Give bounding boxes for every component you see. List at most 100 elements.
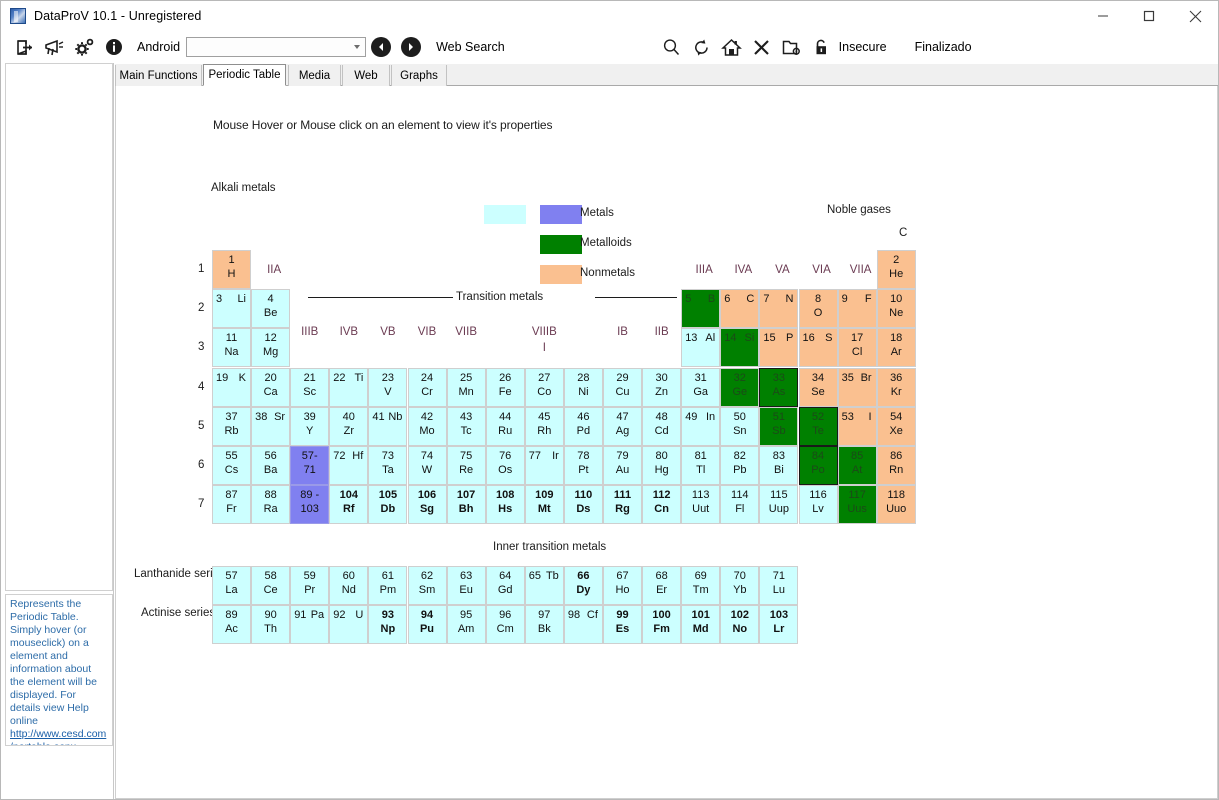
element-cell[interactable]: 108Hs: [486, 485, 525, 524]
search-icon[interactable]: [657, 32, 687, 62]
element-cell[interactable]: 11Na: [212, 328, 251, 367]
element-cell[interactable]: 22Ti: [329, 368, 368, 407]
element-cell[interactable]: 59Pr: [290, 566, 329, 605]
element-cell[interactable]: 113Uut: [681, 485, 720, 524]
element-cell[interactable]: 61Pm: [368, 566, 407, 605]
element-cell[interactable]: 14Si: [720, 328, 759, 367]
element-cell[interactable]: 19K: [212, 368, 251, 407]
element-cell[interactable]: 16S: [799, 328, 838, 367]
unlock-icon[interactable]: [807, 32, 837, 62]
element-cell[interactable]: 74W: [408, 446, 447, 485]
element-cell[interactable]: 105Db: [368, 485, 407, 524]
element-cell[interactable]: 114Fl: [720, 485, 759, 524]
element-cell[interactable]: 38Sr: [251, 407, 290, 446]
element-cell[interactable]: 71Lu: [759, 566, 798, 605]
element-cell[interactable]: 75Re: [447, 446, 486, 485]
element-cell[interactable]: 98Cf: [564, 605, 603, 644]
tab-media[interactable]: Media: [288, 65, 341, 86]
element-cell[interactable]: 12Mg: [251, 328, 290, 367]
element-cell[interactable]: 42Mo: [408, 407, 447, 446]
element-cell[interactable]: 78Pt: [564, 446, 603, 485]
element-cell[interactable]: 65Tb: [525, 566, 564, 605]
element-cell[interactable]: 58Ce: [251, 566, 290, 605]
stop-x-icon[interactable]: [747, 32, 777, 62]
element-cell[interactable]: 26Fe: [486, 368, 525, 407]
element-cell[interactable]: 89 -103: [290, 485, 329, 524]
element-cell[interactable]: 50Sn: [720, 407, 759, 446]
element-cell[interactable]: 1H: [212, 250, 251, 289]
element-cell[interactable]: 97Bk: [525, 605, 564, 644]
element-cell[interactable]: 82Pb: [720, 446, 759, 485]
element-cell[interactable]: 62Sm: [408, 566, 447, 605]
element-cell[interactable]: 29Cu: [603, 368, 642, 407]
element-cell[interactable]: 100Fm: [642, 605, 681, 644]
element-cell[interactable]: 7N: [759, 289, 798, 328]
element-cell[interactable]: 55Cs: [212, 446, 251, 485]
element-cell[interactable]: 89Ac: [212, 605, 251, 644]
element-cell[interactable]: 85At: [838, 446, 877, 485]
element-cell[interactable]: 109Mt: [525, 485, 564, 524]
tab-graphs[interactable]: Graphs: [391, 65, 447, 86]
element-cell[interactable]: 39Y: [290, 407, 329, 446]
element-cell[interactable]: 15P: [759, 328, 798, 367]
element-cell[interactable]: 30Zn: [642, 368, 681, 407]
element-cell[interactable]: 46Pd: [564, 407, 603, 446]
element-cell[interactable]: 54Xe: [877, 407, 916, 446]
element-cell[interactable]: 69Tm: [681, 566, 720, 605]
element-cell[interactable]: 34Se: [799, 368, 838, 407]
element-cell[interactable]: 5B: [681, 289, 720, 328]
element-cell[interactable]: 13Al: [681, 328, 720, 367]
element-cell[interactable]: 111Rg: [603, 485, 642, 524]
help-link[interactable]: /pertable.aspx: [10, 741, 108, 746]
element-cell[interactable]: 17Cl: [838, 328, 877, 367]
element-cell[interactable]: 87Fr: [212, 485, 251, 524]
element-cell[interactable]: 6C: [720, 289, 759, 328]
element-cell[interactable]: 35Br: [838, 368, 877, 407]
element-cell[interactable]: 45Rh: [525, 407, 564, 446]
element-cell[interactable]: 104Rf: [329, 485, 368, 524]
element-cell[interactable]: 66Dy: [564, 566, 603, 605]
element-cell[interactable]: 96Cm: [486, 605, 525, 644]
element-cell[interactable]: 70Yb: [720, 566, 759, 605]
element-cell[interactable]: 76Os: [486, 446, 525, 485]
element-cell[interactable]: 95Am: [447, 605, 486, 644]
new-window-icon[interactable]: [777, 32, 807, 62]
element-cell[interactable]: 112Cn: [642, 485, 681, 524]
element-cell[interactable]: 117Uus: [838, 485, 877, 524]
element-cell[interactable]: 43Tc: [447, 407, 486, 446]
element-cell[interactable]: 72Hf: [329, 446, 368, 485]
element-cell[interactable]: 37Rb: [212, 407, 251, 446]
element-cell[interactable]: 106Sg: [408, 485, 447, 524]
element-cell[interactable]: 79Au: [603, 446, 642, 485]
element-cell[interactable]: 103Lr: [759, 605, 798, 644]
element-cell[interactable]: 20Ca: [251, 368, 290, 407]
element-cell[interactable]: 73Ta: [368, 446, 407, 485]
element-cell[interactable]: 32Ge: [720, 368, 759, 407]
element-cell[interactable]: 56Ba: [251, 446, 290, 485]
back-arrow-icon[interactable]: [371, 37, 391, 57]
element-cell[interactable]: 90Th: [251, 605, 290, 644]
element-cell[interactable]: 110Ds: [564, 485, 603, 524]
element-cell[interactable]: 27Co: [525, 368, 564, 407]
element-cell[interactable]: 118Uuo: [877, 485, 916, 524]
element-cell[interactable]: 83Bi: [759, 446, 798, 485]
element-cell[interactable]: 92U: [329, 605, 368, 644]
element-cell[interactable]: 51Sb: [759, 407, 798, 446]
element-cell[interactable]: 93Np: [368, 605, 407, 644]
info-icon[interactable]: [99, 32, 129, 62]
minimize-icon[interactable]: [1080, 1, 1126, 31]
element-cell[interactable]: 52Te: [799, 407, 838, 446]
tab-web[interactable]: Web: [342, 65, 390, 86]
element-cell[interactable]: 60Nd: [329, 566, 368, 605]
help-link[interactable]: http://www.cesd.com: [10, 728, 108, 741]
toolbar-combo-box[interactable]: [186, 37, 366, 57]
element-cell[interactable]: 10Ne: [877, 289, 916, 328]
settings-gear-icon[interactable]: [69, 32, 99, 62]
element-cell[interactable]: 28Ni: [564, 368, 603, 407]
element-cell[interactable]: 99Es: [603, 605, 642, 644]
element-cell[interactable]: 36Kr: [877, 368, 916, 407]
element-cell[interactable]: 18Ar: [877, 328, 916, 367]
element-cell[interactable]: 41Nb: [368, 407, 407, 446]
export-icon[interactable]: [9, 32, 39, 62]
maximize-icon[interactable]: [1126, 1, 1172, 31]
